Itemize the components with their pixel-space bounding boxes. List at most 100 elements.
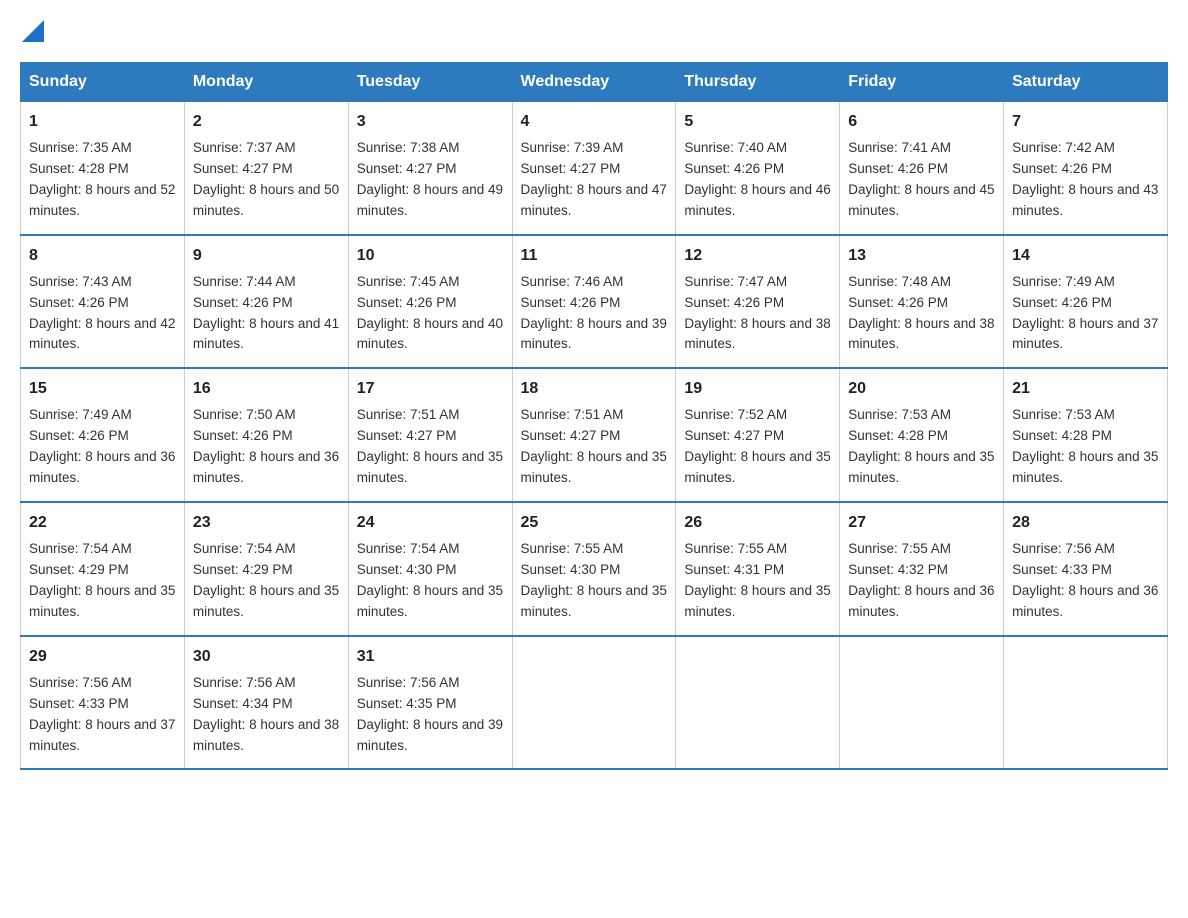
calendar-cell: 3 Sunrise: 7:38 AMSunset: 4:27 PMDayligh… <box>348 102 512 235</box>
day-info: Sunrise: 7:51 AMSunset: 4:27 PMDaylight:… <box>357 407 503 485</box>
day-info: Sunrise: 7:46 AMSunset: 4:26 PMDaylight:… <box>521 274 667 352</box>
calendar-cell: 21 Sunrise: 7:53 AMSunset: 4:28 PMDaylig… <box>1004 368 1168 502</box>
day-info: Sunrise: 7:44 AMSunset: 4:26 PMDaylight:… <box>193 274 339 352</box>
day-info: Sunrise: 7:38 AMSunset: 4:27 PMDaylight:… <box>357 140 503 218</box>
calendar-cell: 26 Sunrise: 7:55 AMSunset: 4:31 PMDaylig… <box>676 502 840 636</box>
calendar-cell: 6 Sunrise: 7:41 AMSunset: 4:26 PMDayligh… <box>840 102 1004 235</box>
day-info: Sunrise: 7:50 AMSunset: 4:26 PMDaylight:… <box>193 407 339 485</box>
calendar-cell: 9 Sunrise: 7:44 AMSunset: 4:26 PMDayligh… <box>184 235 348 369</box>
day-info: Sunrise: 7:45 AMSunset: 4:26 PMDaylight:… <box>357 274 503 352</box>
day-info: Sunrise: 7:55 AMSunset: 4:31 PMDaylight:… <box>684 541 830 619</box>
calendar-cell: 5 Sunrise: 7:40 AMSunset: 4:26 PMDayligh… <box>676 102 840 235</box>
day-info: Sunrise: 7:53 AMSunset: 4:28 PMDaylight:… <box>848 407 994 485</box>
day-number: 18 <box>521 377 668 401</box>
calendar-cell <box>676 636 840 770</box>
day-number: 27 <box>848 511 995 535</box>
day-number: 10 <box>357 244 504 268</box>
day-number: 11 <box>521 244 668 268</box>
calendar-cell <box>840 636 1004 770</box>
day-number: 31 <box>357 645 504 669</box>
week-row: 22 Sunrise: 7:54 AMSunset: 4:29 PMDaylig… <box>21 502 1168 636</box>
day-number: 4 <box>521 110 668 134</box>
col-header-tuesday: Tuesday <box>348 63 512 102</box>
logo <box>20 20 44 46</box>
day-number: 9 <box>193 244 340 268</box>
day-number: 16 <box>193 377 340 401</box>
day-number: 13 <box>848 244 995 268</box>
day-info: Sunrise: 7:37 AMSunset: 4:27 PMDaylight:… <box>193 140 339 218</box>
page-header <box>20 20 1168 46</box>
day-info: Sunrise: 7:54 AMSunset: 4:29 PMDaylight:… <box>29 541 175 619</box>
week-row: 29 Sunrise: 7:56 AMSunset: 4:33 PMDaylig… <box>21 636 1168 770</box>
day-info: Sunrise: 7:39 AMSunset: 4:27 PMDaylight:… <box>521 140 667 218</box>
calendar-cell: 25 Sunrise: 7:55 AMSunset: 4:30 PMDaylig… <box>512 502 676 636</box>
calendar-cell: 1 Sunrise: 7:35 AMSunset: 4:28 PMDayligh… <box>21 102 185 235</box>
calendar-cell: 13 Sunrise: 7:48 AMSunset: 4:26 PMDaylig… <box>840 235 1004 369</box>
calendar-cell: 22 Sunrise: 7:54 AMSunset: 4:29 PMDaylig… <box>21 502 185 636</box>
day-number: 7 <box>1012 110 1159 134</box>
day-number: 6 <box>848 110 995 134</box>
day-info: Sunrise: 7:52 AMSunset: 4:27 PMDaylight:… <box>684 407 830 485</box>
day-info: Sunrise: 7:41 AMSunset: 4:26 PMDaylight:… <box>848 140 994 218</box>
calendar-cell: 23 Sunrise: 7:54 AMSunset: 4:29 PMDaylig… <box>184 502 348 636</box>
day-info: Sunrise: 7:53 AMSunset: 4:28 PMDaylight:… <box>1012 407 1158 485</box>
day-number: 1 <box>29 110 176 134</box>
day-number: 8 <box>29 244 176 268</box>
day-number: 19 <box>684 377 831 401</box>
calendar-cell <box>512 636 676 770</box>
day-info: Sunrise: 7:43 AMSunset: 4:26 PMDaylight:… <box>29 274 175 352</box>
day-number: 24 <box>357 511 504 535</box>
day-number: 3 <box>357 110 504 134</box>
day-info: Sunrise: 7:51 AMSunset: 4:27 PMDaylight:… <box>521 407 667 485</box>
calendar-cell: 17 Sunrise: 7:51 AMSunset: 4:27 PMDaylig… <box>348 368 512 502</box>
day-info: Sunrise: 7:47 AMSunset: 4:26 PMDaylight:… <box>684 274 830 352</box>
day-info: Sunrise: 7:35 AMSunset: 4:28 PMDaylight:… <box>29 140 175 218</box>
day-number: 12 <box>684 244 831 268</box>
day-info: Sunrise: 7:56 AMSunset: 4:33 PMDaylight:… <box>29 675 175 753</box>
calendar-cell: 14 Sunrise: 7:49 AMSunset: 4:26 PMDaylig… <box>1004 235 1168 369</box>
day-info: Sunrise: 7:40 AMSunset: 4:26 PMDaylight:… <box>684 140 830 218</box>
day-number: 22 <box>29 511 176 535</box>
col-header-wednesday: Wednesday <box>512 63 676 102</box>
day-number: 2 <box>193 110 340 134</box>
day-info: Sunrise: 7:55 AMSunset: 4:32 PMDaylight:… <box>848 541 994 619</box>
col-header-thursday: Thursday <box>676 63 840 102</box>
day-info: Sunrise: 7:56 AMSunset: 4:33 PMDaylight:… <box>1012 541 1158 619</box>
day-info: Sunrise: 7:54 AMSunset: 4:30 PMDaylight:… <box>357 541 503 619</box>
day-number: 29 <box>29 645 176 669</box>
day-info: Sunrise: 7:48 AMSunset: 4:26 PMDaylight:… <box>848 274 994 352</box>
calendar-cell: 28 Sunrise: 7:56 AMSunset: 4:33 PMDaylig… <box>1004 502 1168 636</box>
calendar-cell: 15 Sunrise: 7:49 AMSunset: 4:26 PMDaylig… <box>21 368 185 502</box>
day-number: 25 <box>521 511 668 535</box>
col-header-friday: Friday <box>840 63 1004 102</box>
day-number: 30 <box>193 645 340 669</box>
calendar-cell: 29 Sunrise: 7:56 AMSunset: 4:33 PMDaylig… <box>21 636 185 770</box>
calendar-cell <box>1004 636 1168 770</box>
day-number: 21 <box>1012 377 1159 401</box>
calendar-cell: 19 Sunrise: 7:52 AMSunset: 4:27 PMDaylig… <box>676 368 840 502</box>
calendar-cell: 24 Sunrise: 7:54 AMSunset: 4:30 PMDaylig… <box>348 502 512 636</box>
calendar-cell: 8 Sunrise: 7:43 AMSunset: 4:26 PMDayligh… <box>21 235 185 369</box>
day-info: Sunrise: 7:42 AMSunset: 4:26 PMDaylight:… <box>1012 140 1158 218</box>
calendar-cell: 30 Sunrise: 7:56 AMSunset: 4:34 PMDaylig… <box>184 636 348 770</box>
week-row: 15 Sunrise: 7:49 AMSunset: 4:26 PMDaylig… <box>21 368 1168 502</box>
day-info: Sunrise: 7:54 AMSunset: 4:29 PMDaylight:… <box>193 541 339 619</box>
calendar-cell: 11 Sunrise: 7:46 AMSunset: 4:26 PMDaylig… <box>512 235 676 369</box>
calendar-cell: 27 Sunrise: 7:55 AMSunset: 4:32 PMDaylig… <box>840 502 1004 636</box>
calendar-table: SundayMondayTuesdayWednesdayThursdayFrid… <box>20 62 1168 770</box>
logo-triangle-icon <box>22 20 44 42</box>
day-info: Sunrise: 7:56 AMSunset: 4:34 PMDaylight:… <box>193 675 339 753</box>
col-header-saturday: Saturday <box>1004 63 1168 102</box>
week-row: 8 Sunrise: 7:43 AMSunset: 4:26 PMDayligh… <box>21 235 1168 369</box>
calendar-cell: 7 Sunrise: 7:42 AMSunset: 4:26 PMDayligh… <box>1004 102 1168 235</box>
day-number: 17 <box>357 377 504 401</box>
calendar-cell: 20 Sunrise: 7:53 AMSunset: 4:28 PMDaylig… <box>840 368 1004 502</box>
calendar-cell: 10 Sunrise: 7:45 AMSunset: 4:26 PMDaylig… <box>348 235 512 369</box>
calendar-cell: 31 Sunrise: 7:56 AMSunset: 4:35 PMDaylig… <box>348 636 512 770</box>
day-number: 14 <box>1012 244 1159 268</box>
day-info: Sunrise: 7:55 AMSunset: 4:30 PMDaylight:… <box>521 541 667 619</box>
day-info: Sunrise: 7:49 AMSunset: 4:26 PMDaylight:… <box>1012 274 1158 352</box>
day-number: 5 <box>684 110 831 134</box>
week-row: 1 Sunrise: 7:35 AMSunset: 4:28 PMDayligh… <box>21 102 1168 235</box>
day-number: 15 <box>29 377 176 401</box>
